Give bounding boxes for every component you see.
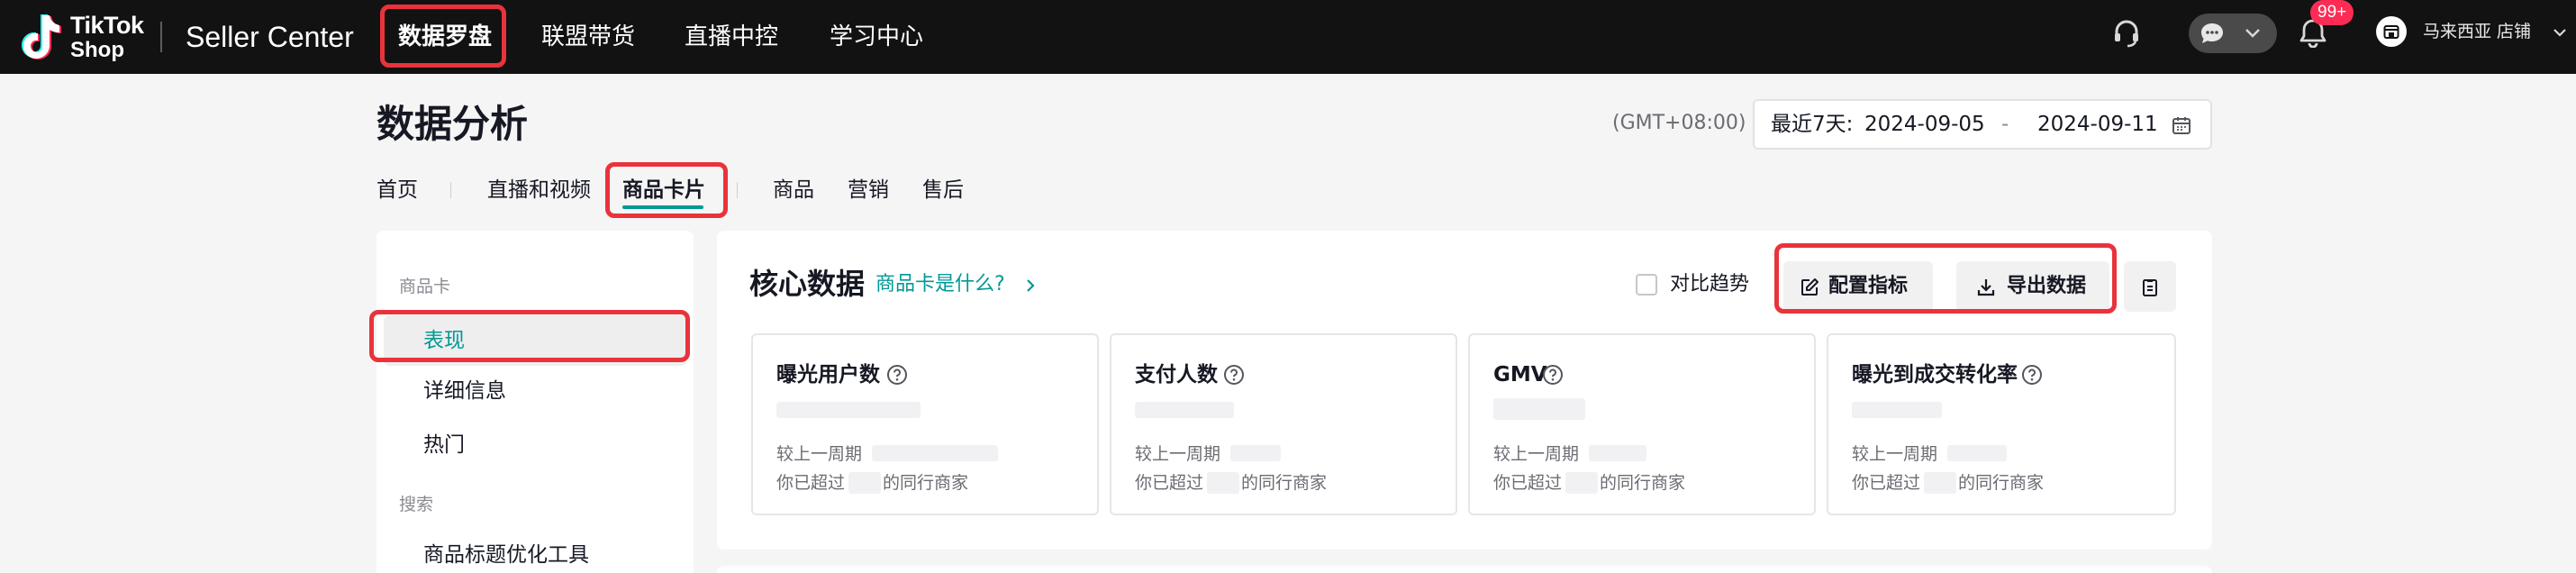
metric-title: 支付人数 bbox=[1135, 363, 1218, 387]
metric-peer-prefix: 你已超过 bbox=[1852, 473, 1921, 493]
redacted-peer-value bbox=[1924, 472, 1956, 494]
redacted-peer-value bbox=[1207, 472, 1239, 494]
product-card-help-link[interactable]: 商品卡是什么? bbox=[875, 270, 1005, 299]
metric-compare-label: 较上一周期 bbox=[1135, 444, 1221, 464]
menu-group-search: 搜索 bbox=[399, 495, 434, 514]
chevron-right-icon[interactable] bbox=[1025, 278, 1036, 293]
download-icon bbox=[1977, 279, 1995, 296]
compare-trend-checkbox[interactable] bbox=[1636, 274, 1657, 296]
question-icon[interactable] bbox=[1223, 364, 1245, 386]
timezone-label: (GMT+08:00) bbox=[1612, 112, 1746, 134]
metric-peer-suffix: 的同行商家 bbox=[1241, 473, 1328, 493]
notification-badge: 99+ bbox=[2310, 0, 2354, 25]
tab-active-underline bbox=[622, 205, 703, 209]
shop-avatar[interactable] bbox=[2376, 16, 2407, 47]
redacted-metric-value bbox=[1493, 398, 1585, 420]
chat-bubble-icon bbox=[2201, 23, 2223, 43]
tab-home[interactable]: 首页 bbox=[376, 175, 418, 205]
redacted-compare-value bbox=[1947, 445, 2007, 461]
menu-item-trending[interactable]: 热门 bbox=[423, 431, 465, 459]
redacted-peer-value bbox=[848, 472, 881, 494]
tab-separator bbox=[737, 182, 738, 198]
metric-card-gmv[interactable]: GMV 较上一周期 你已超过 的同行商家 bbox=[1468, 333, 1816, 515]
redacted-compare-value bbox=[1589, 445, 1646, 461]
tab-marketing[interactable]: 营销 bbox=[848, 175, 889, 205]
top-nav-data-compass[interactable]: 数据罗盘 bbox=[398, 9, 492, 65]
metric-title: 曝光到成交转化率 bbox=[1852, 363, 2018, 387]
logo-line-tiktok: TikTok bbox=[70, 11, 144, 39]
top-nav-learning-center[interactable]: 学习中心 bbox=[830, 9, 923, 65]
export-data-button[interactable]: 导出数据 bbox=[1956, 261, 2109, 312]
metric-title: GMV bbox=[1493, 363, 1547, 387]
date-range-preset: 最近7天: bbox=[1771, 113, 1854, 136]
metric-compare-label: 较上一周期 bbox=[1493, 444, 1580, 464]
top-bar: TikTok Shop Seller Center 数据罗盘 联盟带货 直播中控… bbox=[0, 0, 2576, 74]
metric-card-conversion-rate[interactable]: 曝光到成交转化率 较上一周期 你已超过 的同行商家 bbox=[1827, 333, 2176, 515]
configure-metrics-button[interactable]: 配置指标 bbox=[1783, 261, 1933, 312]
top-nav-affiliate[interactable]: 联盟带货 bbox=[541, 9, 635, 65]
shop-avatar-icon bbox=[2383, 25, 2399, 39]
date-range-start: 2024-09-05 bbox=[1864, 113, 1985, 136]
metric-peer-suffix: 的同行商家 bbox=[1600, 473, 1686, 493]
core-data-title: 核心数据 bbox=[749, 267, 866, 301]
tab-product-card[interactable]: 商品卡片 bbox=[622, 175, 705, 205]
redacted-metric-value bbox=[776, 402, 921, 418]
redacted-metric-value bbox=[1135, 402, 1234, 418]
menu-item-title-optimizer[interactable]: 商品标题优化工具 bbox=[423, 541, 589, 569]
tiktok-shop-logo[interactable]: TikTok Shop bbox=[20, 7, 144, 67]
export-data-label: 导出数据 bbox=[2007, 275, 2087, 297]
redacted-metric-value bbox=[1852, 402, 1942, 418]
date-range-picker[interactable]: 最近7天: 2024-09-05 - 2024-09-11 bbox=[1753, 99, 2212, 150]
metric-title: 曝光用户数 bbox=[776, 363, 880, 387]
next-panel-edge bbox=[717, 566, 2212, 573]
metric-peer-prefix: 你已超过 bbox=[1135, 473, 1204, 493]
logo-wordmark: TikTok Shop bbox=[70, 11, 144, 62]
metric-peer-prefix: 你已超过 bbox=[776, 473, 846, 493]
metric-peer-suffix: 的同行商家 bbox=[883, 473, 969, 493]
seller-center-title: Seller Center bbox=[186, 21, 354, 53]
edit-icon bbox=[1801, 278, 1819, 296]
date-range-end: 2024-09-11 bbox=[2037, 113, 2158, 136]
headset-icon[interactable] bbox=[2111, 17, 2142, 48]
page-title: 数据分析 bbox=[376, 102, 529, 146]
logo-line-shop: Shop bbox=[70, 37, 124, 62]
menu-item-performance[interactable]: 表现 bbox=[423, 326, 465, 355]
shop-chevron-down-icon[interactable] bbox=[2553, 28, 2567, 37]
redacted-compare-value bbox=[872, 445, 998, 461]
tab-products[interactable]: 商品 bbox=[773, 175, 814, 205]
question-icon[interactable] bbox=[2021, 364, 2043, 386]
configure-metrics-label: 配置指标 bbox=[1828, 275, 1909, 297]
question-icon[interactable] bbox=[886, 364, 908, 386]
tiktok-logo-icon bbox=[22, 14, 61, 59]
side-menu: 商品卡 表现 详细信息 热门 搜索 商品标题优化工具 bbox=[376, 231, 694, 573]
brand-divider bbox=[160, 22, 162, 52]
core-data-panel: 核心数据 商品卡是什么? 对比趋势 配置指标 导出数据 曝光用户数 较上一周期 … bbox=[717, 231, 2212, 550]
tab-live-and-video[interactable]: 直播和视频 bbox=[487, 175, 591, 205]
date-range-separator: - bbox=[2001, 113, 2009, 136]
compare-trend-label[interactable]: 对比趋势 bbox=[1670, 270, 1749, 299]
metric-card-paying-users[interactable]: 支付人数 较上一周期 你已超过 的同行商家 bbox=[1110, 333, 1457, 515]
document-icon bbox=[2143, 279, 2157, 296]
redacted-peer-value bbox=[1565, 472, 1598, 494]
top-nav-live-control[interactable]: 直播中控 bbox=[685, 9, 778, 65]
metric-compare-label: 较上一周期 bbox=[1852, 444, 1938, 464]
shop-name[interactable]: 马来西亚 店铺 bbox=[2423, 18, 2531, 45]
metric-peer-suffix: 的同行商家 bbox=[1958, 473, 2045, 493]
chevron-down-icon bbox=[2245, 29, 2260, 38]
messages-button[interactable] bbox=[2189, 14, 2277, 53]
metric-peer-prefix: 你已超过 bbox=[1493, 473, 1563, 493]
metric-compare-label: 较上一周期 bbox=[776, 444, 863, 464]
metric-card-exposed-users[interactable]: 曝光用户数 较上一周期 你已超过 的同行商家 bbox=[751, 333, 1099, 515]
tab-after-sales[interactable]: 售后 bbox=[922, 175, 964, 205]
report-button[interactable] bbox=[2124, 261, 2176, 312]
tab-separator bbox=[450, 182, 451, 198]
calendar-icon bbox=[2172, 117, 2191, 134]
menu-group-product-card: 商品卡 bbox=[399, 277, 451, 296]
redacted-compare-value bbox=[1230, 445, 1281, 461]
question-icon[interactable] bbox=[1542, 364, 1564, 386]
menu-item-details[interactable]: 详细信息 bbox=[423, 377, 506, 405]
